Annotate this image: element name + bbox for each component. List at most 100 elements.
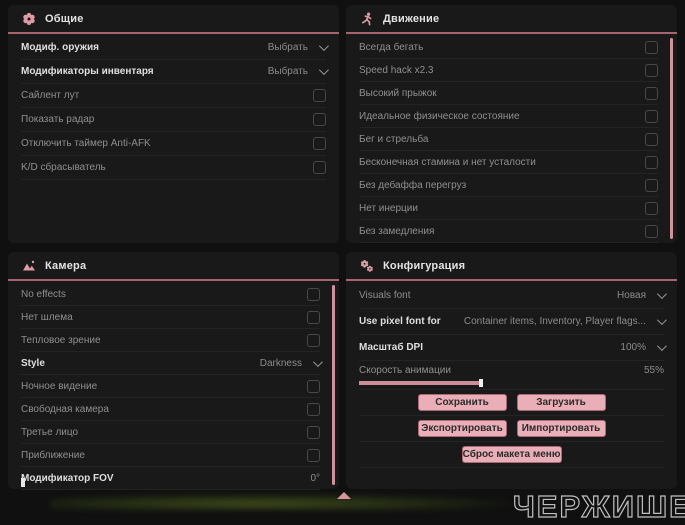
reset-menu-layout-button[interactable]: Сброс макета меню <box>461 446 562 463</box>
animation-speed-value: 55% <box>643 365 664 376</box>
chevron-down-icon <box>318 41 329 52</box>
anti-afk-checkbox[interactable] <box>313 137 326 150</box>
setting-label: Нет шлема <box>21 311 73 323</box>
setting-label: Высокий прыжок <box>359 87 437 99</box>
movement-scrollbar[interactable] <box>670 38 673 239</box>
infinite-stamina-checkbox[interactable] <box>645 155 658 169</box>
night-vision-checkbox[interactable] <box>307 379 320 393</box>
show-radar-checkbox[interactable] <box>313 113 326 126</box>
panel-general: Общие Модиф. оружия Выбрать Модификаторы… <box>8 5 339 243</box>
kd-reset-checkbox[interactable] <box>313 161 326 174</box>
setting-label: Приближение <box>21 449 85 461</box>
chevron-down-icon <box>318 65 329 76</box>
setting-row: Тепловое зрение <box>21 329 320 352</box>
animation-speed-slider[interactable] <box>359 379 664 387</box>
setting-row: Нет инерции <box>359 197 658 220</box>
zoom-checkbox[interactable] <box>307 448 320 462</box>
setting-label: Visuals font <box>359 290 411 301</box>
setting-row: Третье лицо <box>21 421 320 444</box>
setting-row: K/D сбрасыватель <box>21 156 326 180</box>
dropdown-value: Выбрать <box>267 42 308 53</box>
setting-label: Скорость анимации <box>359 365 451 376</box>
setting-label: Отключить таймер Anti-AFK <box>21 138 151 149</box>
no-inertia-checkbox[interactable] <box>645 201 658 215</box>
setting-row: Use pixel font for Container items, Inve… <box>359 309 667 335</box>
setting-row: Visuals font Новая <box>359 283 667 309</box>
resize-triangle-icon[interactable] <box>337 492 351 499</box>
setting-row: Без дебаффа перегруз <box>359 174 658 197</box>
slider-fill <box>359 381 481 385</box>
third-person-checkbox[interactable] <box>307 425 320 439</box>
speed-hack-checkbox[interactable] <box>645 63 658 77</box>
dropdown-value: Новая <box>617 290 646 301</box>
setting-row: Показать радар <box>21 108 326 132</box>
no-overload-debuff-checkbox[interactable] <box>645 178 658 192</box>
setting-row: Приближение <box>21 444 320 467</box>
visuals-font-dropdown[interactable]: Новая <box>617 289 667 301</box>
panel-general-header[interactable]: Общие <box>8 5 339 34</box>
silent-loot-checkbox[interactable] <box>313 89 326 102</box>
setting-label: Модификаторы инвентаря <box>21 66 154 77</box>
panel-title: Движение <box>383 12 440 25</box>
runner-icon <box>361 12 372 25</box>
import-button[interactable]: Импортировать <box>516 420 606 437</box>
dropdown-value: Выбрать <box>267 66 308 77</box>
style-dropdown[interactable]: Darkness <box>260 356 323 369</box>
setting-label: No effects <box>21 288 66 300</box>
setting-label: Style <box>21 357 45 369</box>
button-row: Сброс макета меню <box>359 442 664 468</box>
dpi-scale-dropdown[interactable]: 100% <box>620 341 667 353</box>
setting-label: Модиф. оружия <box>21 42 99 53</box>
watermark-text: ЧЕРЖИШЕ <box>512 488 685 524</box>
setting-row: Нет шлема <box>21 306 320 329</box>
inventory-modifier-dropdown[interactable]: Выбрать <box>267 65 329 77</box>
setting-row: Масштаб DPI 100% <box>359 335 667 361</box>
game-background-glow <box>50 494 510 510</box>
setting-label: K/D сбрасыватель <box>21 162 106 173</box>
setting-label: Бесконечная стамина и нет усталости <box>359 156 536 168</box>
pixel-font-dropdown[interactable]: Container items, Inventory, Player flags… <box>464 315 667 327</box>
setting-label: Ночное видение <box>21 380 98 392</box>
setting-label: Бег и стрельба <box>359 133 429 145</box>
gears-icon <box>361 259 373 272</box>
camera-scrollbar[interactable] <box>332 285 335 485</box>
panel-config-header[interactable]: Конфигурация <box>346 252 677 281</box>
export-button[interactable]: Экспортировать <box>417 420 507 437</box>
no-helmet-checkbox[interactable] <box>307 310 320 324</box>
no-effects-checkbox[interactable] <box>307 287 320 301</box>
panel-config: Конфигурация Visuals font Новая Use pixe… <box>346 252 677 489</box>
panel-title: Общие <box>45 12 84 25</box>
setting-label: Масштаб DPI <box>359 342 423 353</box>
fov-value: 0° <box>310 472 320 484</box>
setting-label: Speed hack x2.3 <box>359 64 434 76</box>
thermal-vision-checkbox[interactable] <box>307 333 320 347</box>
dropdown-value: 100% <box>620 342 646 353</box>
weapon-modifier-dropdown[interactable]: Выбрать <box>267 41 329 53</box>
setting-label: Модификатор FOV <box>21 472 114 484</box>
chevron-down-icon <box>656 289 667 300</box>
high-jump-checkbox[interactable] <box>645 86 658 100</box>
panel-movement-header[interactable]: Движение <box>346 5 677 34</box>
button-row: Сохранить Загрузить <box>359 390 664 416</box>
setting-row: Свободная камера <box>21 398 320 421</box>
setting-row: Скорость анимации 55% <box>359 361 664 380</box>
always-run-checkbox[interactable] <box>645 40 658 54</box>
slider-handle[interactable] <box>479 379 483 387</box>
perfect-condition-checkbox[interactable] <box>645 109 658 123</box>
setting-label: Свободная камера <box>21 403 109 415</box>
setting-label: Показать радар <box>21 114 95 125</box>
free-camera-checkbox[interactable] <box>307 402 320 416</box>
save-button[interactable]: Сохранить <box>417 394 507 411</box>
setting-row: Бег и стрельба <box>359 128 658 151</box>
fov-slider-handle[interactable] <box>21 478 25 487</box>
button-row: Экспортировать Импортировать <box>359 416 664 442</box>
setting-row: Speed hack x2.3 <box>359 59 658 82</box>
no-slowdown-checkbox[interactable] <box>645 224 658 238</box>
setting-row: Ночное видение <box>21 375 320 398</box>
setting-label: Идеальное физическое состояние <box>359 110 520 122</box>
setting-row: Без замедления <box>359 220 658 243</box>
panel-movement: Движение Всегда бегать Speed hack x2.3 В… <box>346 5 677 243</box>
load-button[interactable]: Загрузить <box>516 394 606 411</box>
panel-camera-header[interactable]: Камера <box>8 252 339 281</box>
run-and-shoot-checkbox[interactable] <box>645 132 658 146</box>
